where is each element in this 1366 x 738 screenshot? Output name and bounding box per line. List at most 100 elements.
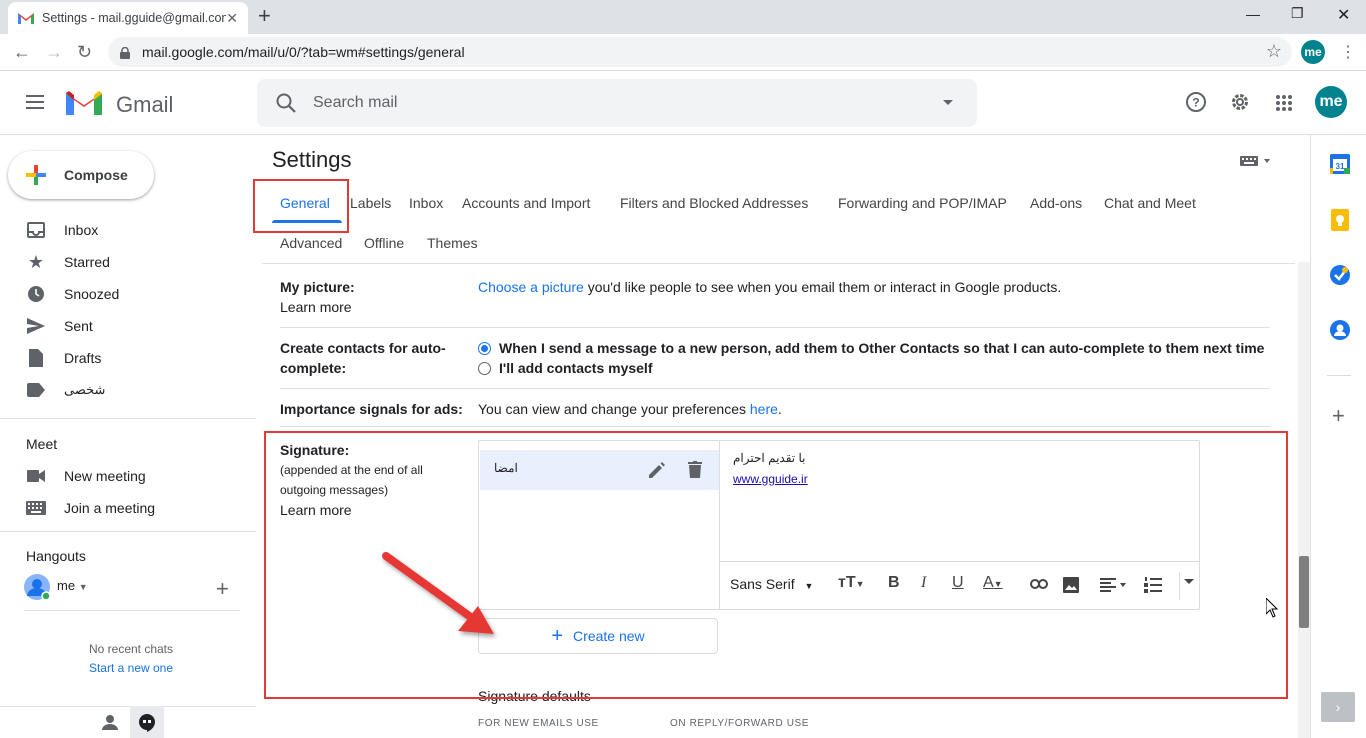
join-meeting-button[interactable]: Join a meeting	[0, 492, 256, 524]
chrome-menu-icon[interactable]: ⋮	[1340, 42, 1356, 62]
tab-chat-and-meet[interactable]: Chat and Meet	[1104, 195, 1196, 211]
sidebar-divider	[0, 418, 256, 419]
tab-add-ons[interactable]: Add-ons	[1030, 195, 1082, 211]
account-avatar[interactable]: me	[1315, 86, 1347, 118]
settings-gear-icon[interactable]	[1229, 91, 1251, 113]
sidebar-item-snoozed[interactable]: Snoozed	[0, 278, 256, 310]
sidebar-item-inbox[interactable]: Inbox	[0, 214, 256, 246]
sidebar-item-label-custom[interactable]: شخصی	[0, 374, 256, 406]
reload-icon[interactable]: ↻	[77, 42, 92, 62]
new-meeting-button[interactable]: New meeting	[0, 460, 256, 492]
tab-themes[interactable]: Themes	[427, 235, 478, 251]
sidebar-item-sent[interactable]: Sent	[0, 310, 256, 342]
hangouts-quote-icon[interactable]	[138, 714, 156, 737]
clock-icon	[26, 284, 46, 304]
compose-button[interactable]: Compose	[8, 151, 154, 199]
my-picture-learn-more-link[interactable]: Learn more	[280, 299, 352, 315]
minimize-icon[interactable]: —	[1246, 6, 1260, 22]
general-tab-highlight	[253, 179, 349, 233]
search-input[interactable]: Search mail	[313, 94, 397, 112]
tab-accounts-and-import[interactable]: Accounts and Import	[462, 195, 590, 211]
browser-tab-title: Settings - mail.gguide@gmail.com	[42, 11, 227, 25]
address-bar[interactable]: mail.google.com/mail/u/0/?tab=wm#setting…	[108, 37, 1292, 67]
tab-advanced[interactable]: Advanced	[280, 235, 342, 251]
gmail-header: Gmail Search mail ? me	[0, 71, 1366, 135]
radio-manual-add[interactable]	[478, 362, 491, 375]
tab-offline[interactable]: Offline	[364, 235, 404, 251]
compose-label: Compose	[64, 167, 128, 183]
contacts-option-manual[interactable]: I'll add contacts myself	[478, 360, 653, 376]
input-tools-icon[interactable]	[1240, 154, 1270, 172]
label-tag-icon	[26, 380, 46, 400]
calendar-icon[interactable]: 31	[1330, 154, 1350, 174]
meet-section-title: Meet	[26, 436, 58, 452]
tab-inbox[interactable]: Inbox	[409, 195, 443, 211]
close-window-icon[interactable]: ✕	[1337, 5, 1350, 25]
contacts-label-line2: complete:	[280, 360, 347, 376]
forward-icon[interactable]: →	[45, 42, 63, 62]
sidebar-item-label: Inbox	[64, 222, 99, 238]
contacts-icon[interactable]	[1330, 320, 1350, 340]
row-divider	[280, 388, 1270, 389]
ads-label: Importance signals for ads:	[280, 401, 463, 417]
hangouts-user-avatar[interactable]	[24, 574, 51, 601]
sidebar-item-starred[interactable]: ★ Starred	[0, 246, 256, 278]
gmail-logo-icon	[66, 91, 102, 115]
hangouts-section-title: Hangouts	[26, 548, 86, 564]
help-icon[interactable]: ?	[1185, 91, 1207, 113]
gmail-wordmark: Gmail	[116, 92, 174, 117]
scrollbar-thumb[interactable]	[1299, 556, 1309, 628]
send-icon	[26, 316, 46, 336]
search-icon[interactable]	[275, 92, 297, 114]
choose-picture-link[interactable]: Choose a picture	[478, 279, 584, 295]
row-divider	[280, 426, 1270, 427]
mouse-cursor-icon	[1266, 598, 1278, 618]
new-tab-icon[interactable]: +	[258, 5, 271, 27]
svg-text:31: 31	[1336, 162, 1345, 171]
no-recent-chats: No recent chats	[88, 642, 174, 656]
sidebar-divider	[0, 531, 256, 532]
lock-icon	[120, 46, 130, 59]
my-picture-label: My picture:	[280, 279, 355, 295]
browser-tabstrip: Settings - mail.gguide@gmail.com ✕ + — ❐…	[0, 0, 1366, 34]
contacts-option-auto[interactable]: When I send a message to a new person, a…	[478, 340, 1264, 356]
apps-grid-icon[interactable]	[1275, 94, 1293, 112]
contacts-person-icon[interactable]	[102, 714, 118, 735]
main-menu-icon[interactable]	[26, 95, 44, 109]
chrome-profile-avatar[interactable]: me	[1301, 40, 1325, 64]
sidebar-bottom-divider	[0, 706, 256, 707]
svg-text:?: ?	[1192, 96, 1199, 110]
tab-forwarding[interactable]: Forwarding and POP/IMAP	[838, 195, 1007, 211]
tabs-divider	[262, 263, 1295, 264]
join-meeting-label: Join a meeting	[64, 500, 156, 516]
get-addons-plus-icon[interactable]: +	[1332, 405, 1345, 427]
tab-filters[interactable]: Filters and Blocked Addresses	[620, 195, 808, 211]
hide-side-panel-icon[interactable]: ›	[1321, 692, 1355, 722]
gmail-favicon-icon	[18, 13, 34, 24]
ads-description: You can view and change your preferences…	[478, 401, 782, 417]
browser-toolbar: ← → ↻ mail.google.com/mail/u/0/?tab=wm#s…	[0, 34, 1366, 71]
sidebar-item-label: شخصی	[64, 382, 106, 397]
tasks-icon[interactable]	[1330, 265, 1350, 285]
hangouts-user-name[interactable]: me ▼	[57, 578, 88, 593]
settings-scrollbar[interactable]	[1298, 262, 1310, 738]
search-bar[interactable]: Search mail	[257, 79, 977, 127]
hangouts-divider	[24, 610, 240, 611]
start-new-chat-link[interactable]: Start a new one	[0, 661, 262, 675]
sidebar-item-drafts[interactable]: Drafts	[0, 342, 256, 374]
search-options-icon[interactable]	[943, 100, 953, 105]
bookmark-star-icon[interactable]: ☆	[1266, 41, 1282, 62]
my-picture-description: Choose a picture you'd like people to se…	[478, 279, 1062, 295]
browser-tab[interactable]: Settings - mail.gguide@gmail.com ✕	[8, 2, 248, 34]
tab-labels[interactable]: Labels	[350, 195, 391, 211]
star-icon: ★	[27, 251, 45, 272]
radio-auto-add[interactable]	[478, 342, 491, 355]
back-icon[interactable]: ←	[13, 42, 31, 62]
close-tab-icon[interactable]: ✕	[226, 10, 238, 27]
keep-notes-icon[interactable]	[1331, 209, 1349, 231]
add-hangout-icon[interactable]: +	[216, 576, 229, 602]
restore-icon[interactable]: ❐	[1291, 5, 1304, 22]
ads-preferences-link[interactable]: here	[750, 401, 778, 417]
keyboard-icon	[26, 498, 46, 518]
side-panel-divider	[1327, 375, 1351, 376]
